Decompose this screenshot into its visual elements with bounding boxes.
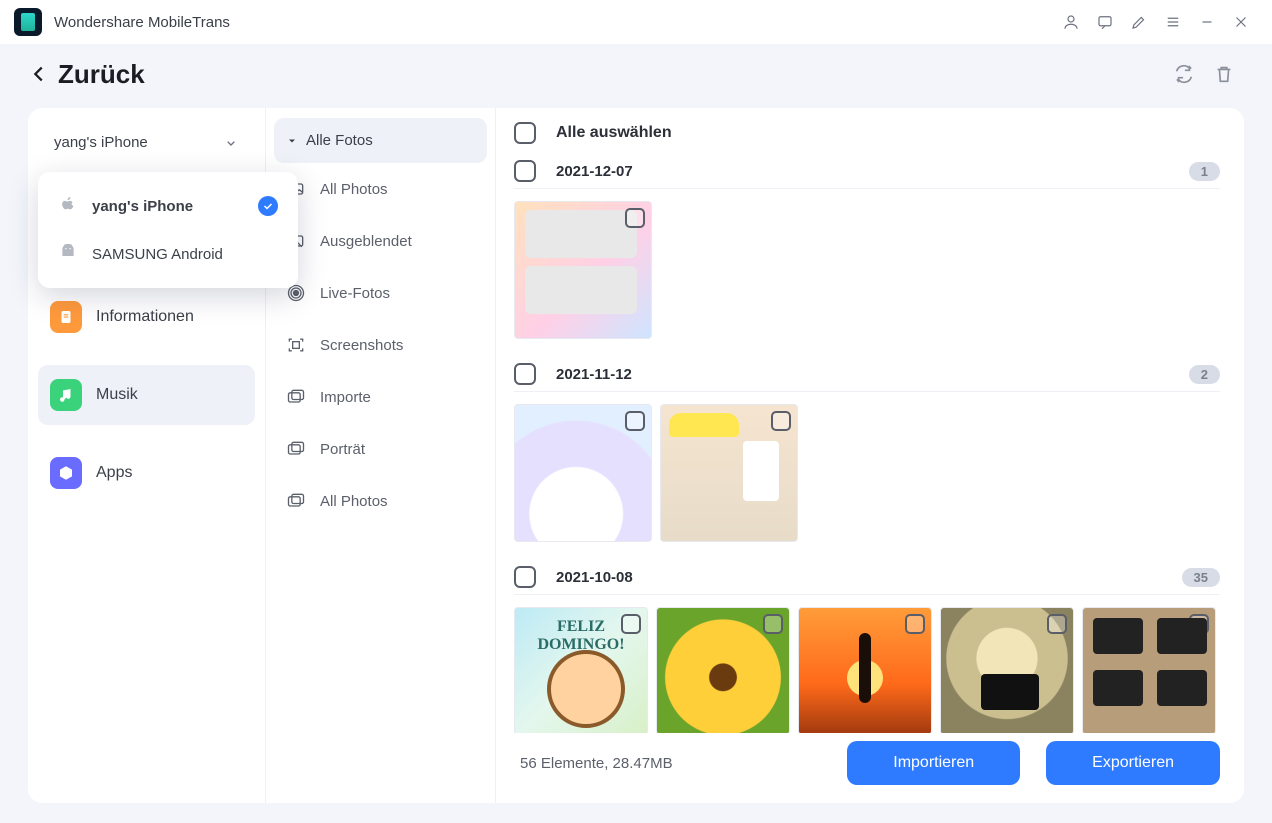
album-item-label: Ausgeblendet [320, 233, 412, 250]
photo-thumbnail[interactable] [798, 607, 932, 733]
device-option-label: yang's iPhone [92, 198, 193, 215]
thumb-checkbox[interactable] [625, 411, 645, 431]
album-header-label: Alle Fotos [306, 132, 373, 149]
device-dropdown: yang's iPhone SAMSUNG Android [38, 172, 298, 288]
content-pane: Alle auswählen 2021-12-07 1 2021-11-12 2 [496, 108, 1244, 803]
album-item-portrait[interactable]: Porträt [274, 423, 487, 475]
account-icon[interactable] [1054, 5, 1088, 39]
album-item-screenshots[interactable]: Screenshots [274, 319, 487, 371]
thumb-checkbox[interactable] [1189, 614, 1209, 634]
album-item-hidden[interactable]: Ausgeblendet [274, 215, 487, 267]
sidebar-item-label: Musik [96, 386, 138, 404]
back-row: Zurück [0, 44, 1272, 104]
android-icon [58, 242, 78, 266]
import-icon [286, 387, 306, 407]
apps-icon [50, 457, 82, 489]
app-title: Wondershare MobileTrans [54, 14, 230, 31]
thumb-checkbox[interactable] [771, 411, 791, 431]
sidebar-item-label: Apps [96, 464, 132, 482]
group-count: 1 [1189, 162, 1220, 181]
minimize-button[interactable] [1190, 5, 1224, 39]
status-text: 56 Elemente, 28.47MB [520, 755, 673, 772]
info-icon [50, 301, 82, 333]
album-column: Alle Fotos All Photos Ausgeblendet Live-… [266, 108, 496, 803]
trash-icon[interactable] [1204, 54, 1244, 94]
thumb-checkbox[interactable] [763, 614, 783, 634]
thumb-checkbox[interactable] [905, 614, 925, 634]
music-icon [50, 379, 82, 411]
export-button[interactable]: Exportieren [1046, 741, 1220, 785]
photo-thumbnail[interactable] [514, 404, 652, 542]
album-item-label: All Photos [320, 181, 388, 198]
edit-icon[interactable] [1122, 5, 1156, 39]
back-button[interactable]: Zurück [28, 59, 145, 90]
chevron-down-icon [223, 135, 239, 151]
thumb-checkbox[interactable] [625, 208, 645, 228]
thumb-row [514, 595, 1220, 733]
group-header: 2021-12-07 1 [514, 154, 1220, 189]
apple-icon [58, 194, 78, 218]
album-item-label: Importe [320, 389, 371, 406]
group-date: 2021-12-07 [556, 163, 1169, 180]
group-checkbox[interactable] [514, 566, 536, 588]
album-item-all[interactable]: All Photos [274, 163, 487, 215]
group-checkbox[interactable] [514, 363, 536, 385]
photo-thumbnail[interactable] [514, 201, 652, 339]
album-item-label: Porträt [320, 441, 365, 458]
album-item-all2[interactable]: All Photos [274, 475, 487, 527]
device-option-iphone[interactable]: yang's iPhone [44, 182, 292, 230]
group-header: 2021-10-08 35 [514, 560, 1220, 595]
thumb-checkbox[interactable] [621, 614, 641, 634]
album-item-label: Live-Fotos [320, 285, 390, 302]
select-all-row: Alle auswählen [514, 118, 1226, 154]
feedback-icon[interactable] [1088, 5, 1122, 39]
triangle-down-icon [286, 135, 298, 147]
album-item-label: All Photos [320, 493, 388, 510]
menu-icon[interactable] [1156, 5, 1190, 39]
device-option-android[interactable]: SAMSUNG Android [44, 230, 292, 278]
select-all-checkbox[interactable] [514, 122, 536, 144]
photo-thumbnail[interactable] [660, 404, 798, 542]
back-label: Zurück [58, 59, 145, 90]
device-option-label: SAMSUNG Android [92, 246, 223, 263]
content-scroll[interactable]: 2021-12-07 1 2021-11-12 2 2021-10-08 35 [514, 154, 1226, 733]
album-item-label: Screenshots [320, 337, 403, 354]
thumb-row [514, 189, 1220, 357]
group-date: 2021-10-08 [556, 569, 1162, 586]
album-header[interactable]: Alle Fotos [274, 118, 487, 163]
photo-thumbnail[interactable] [514, 607, 648, 733]
footer: 56 Elemente, 28.47MB Importieren Exporti… [514, 733, 1226, 803]
sidebar-item-label: Informationen [96, 308, 194, 326]
import-button[interactable]: Importieren [847, 741, 1020, 785]
thumb-checkbox[interactable] [1047, 614, 1067, 634]
album-item-imports[interactable]: Importe [274, 371, 487, 423]
group-date: 2021-11-12 [556, 366, 1169, 383]
chevron-left-icon [28, 63, 50, 85]
check-icon [258, 196, 278, 216]
sidebar-item-apps[interactable]: Apps [38, 443, 255, 503]
photo-thumbnail[interactable] [656, 607, 790, 733]
screenshot-icon [286, 335, 306, 355]
main-card: yang's iPhone Videos Informationen Musik… [28, 108, 1244, 803]
device-selector-label: yang's iPhone [54, 134, 148, 151]
group-header: 2021-11-12 2 [514, 357, 1220, 392]
sidebar: yang's iPhone Videos Informationen Musik… [28, 108, 266, 803]
photo-thumbnail[interactable] [940, 607, 1074, 733]
device-selector[interactable]: yang's iPhone [38, 122, 255, 163]
album-item-live[interactable]: Live-Fotos [274, 267, 487, 319]
group-count: 35 [1182, 568, 1220, 587]
sidebar-item-music[interactable]: Musik [38, 365, 255, 425]
portrait-icon [286, 439, 306, 459]
photos-icon [286, 491, 306, 511]
titlebar: Wondershare MobileTrans [0, 0, 1272, 44]
app-logo [14, 8, 42, 36]
group-checkbox[interactable] [514, 160, 536, 182]
sync-icon[interactable] [1164, 54, 1204, 94]
group-count: 2 [1189, 365, 1220, 384]
close-button[interactable] [1224, 5, 1258, 39]
thumb-row [514, 392, 1220, 560]
select-all-label: Alle auswählen [556, 124, 672, 142]
sidebar-item-info[interactable]: Informationen [38, 287, 255, 347]
photo-thumbnail[interactable] [1082, 607, 1216, 733]
